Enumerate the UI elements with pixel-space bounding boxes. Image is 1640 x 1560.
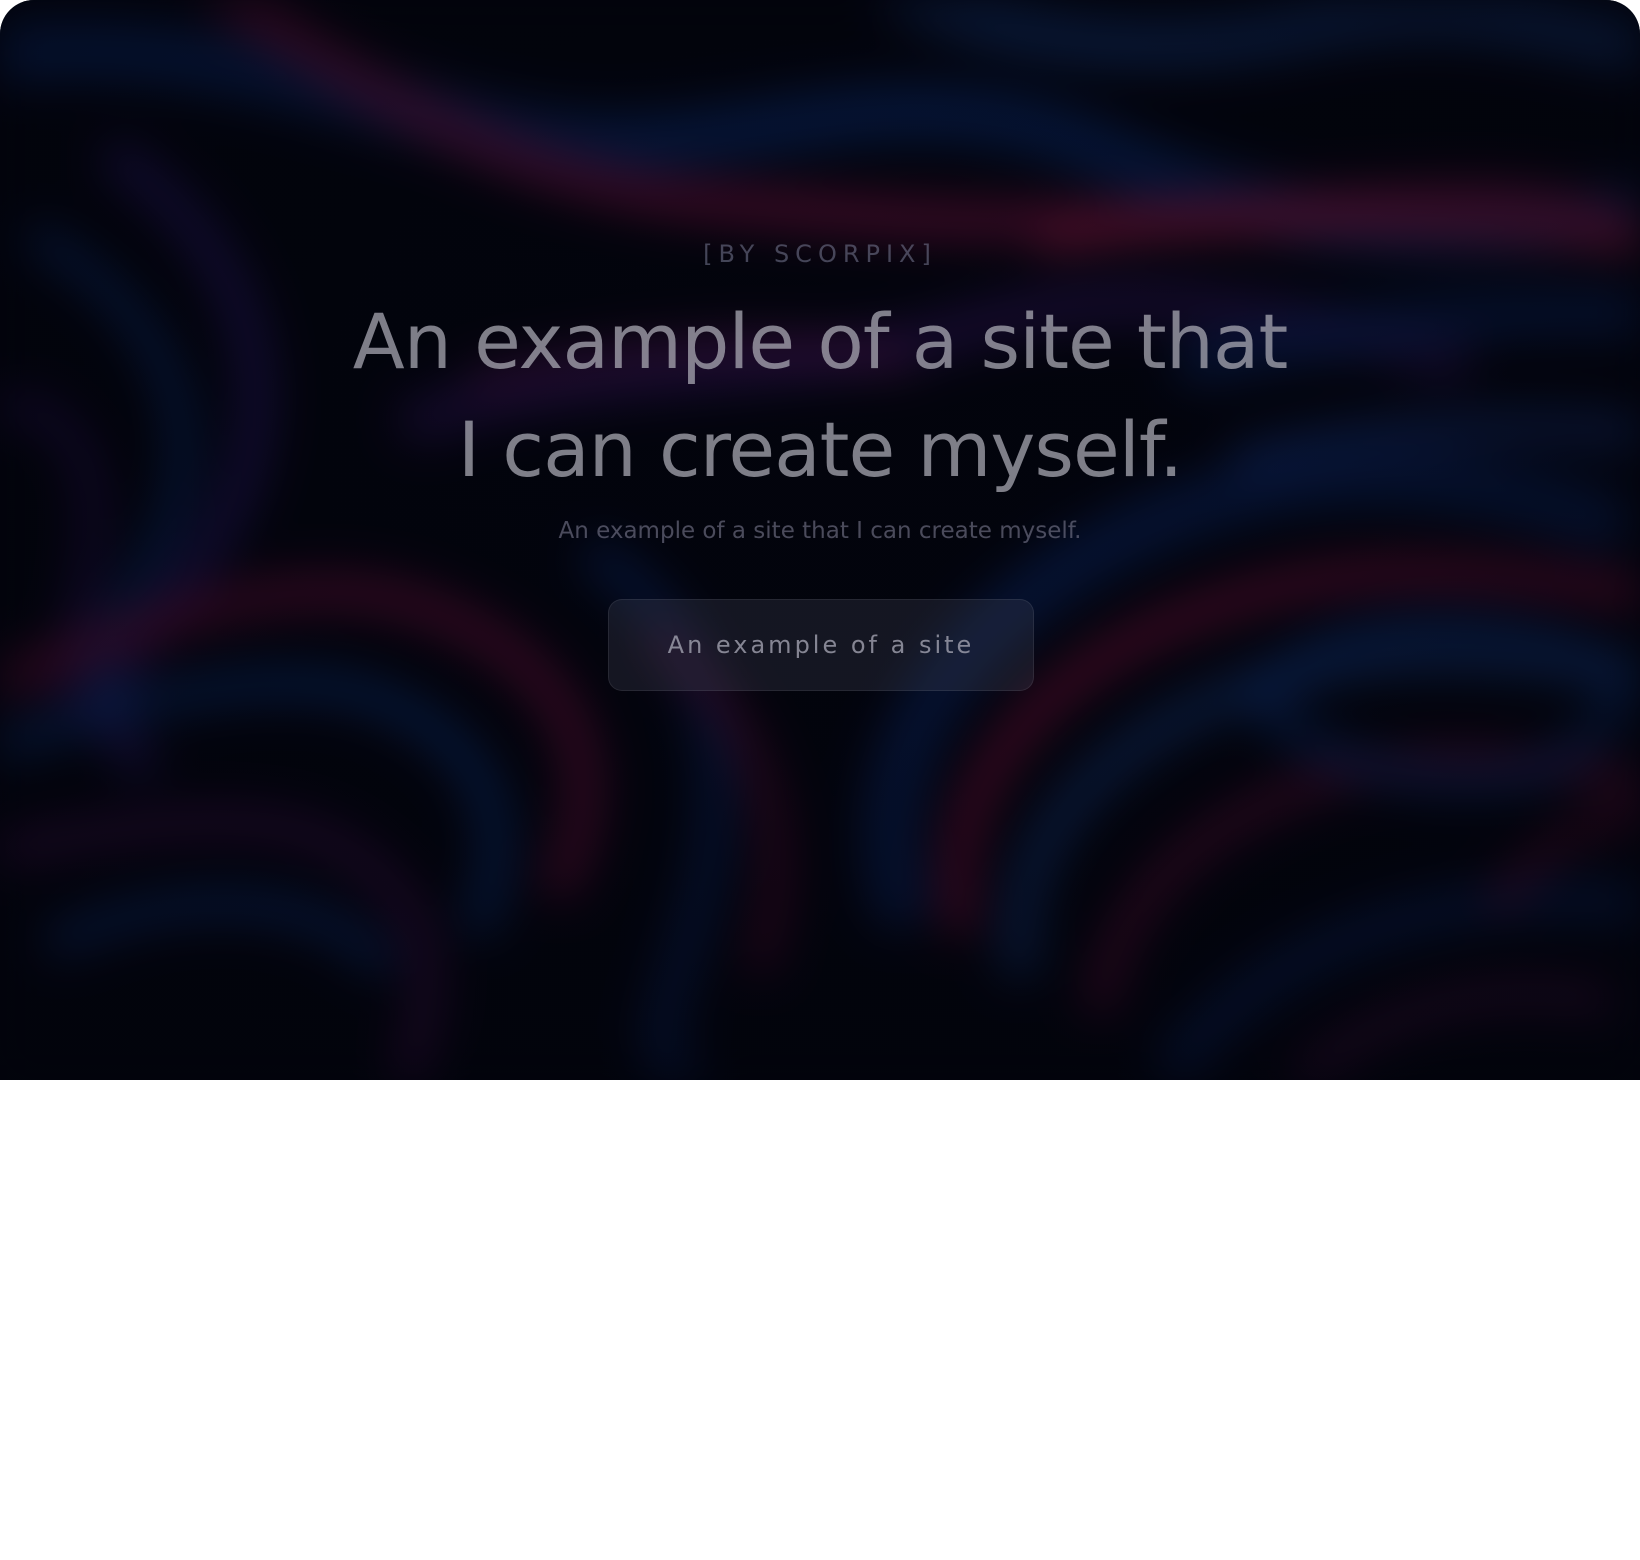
headline-line-2: I can create myself. xyxy=(457,405,1184,494)
hero-content: [BY SCORPIX] An example of a site that I… xyxy=(0,0,1640,1080)
hero-section: [BY SCORPIX] An example of a site that I… xyxy=(0,0,1640,1080)
cta-button[interactable]: An example of a site xyxy=(608,599,1034,691)
eyebrow-label: [BY SCORPIX] xyxy=(703,240,937,268)
subheadline: An example of a site that I can create m… xyxy=(558,518,1082,544)
headline-line-1: An example of a site that xyxy=(352,297,1288,386)
page-title: An example of a site that I can create m… xyxy=(0,288,1640,504)
